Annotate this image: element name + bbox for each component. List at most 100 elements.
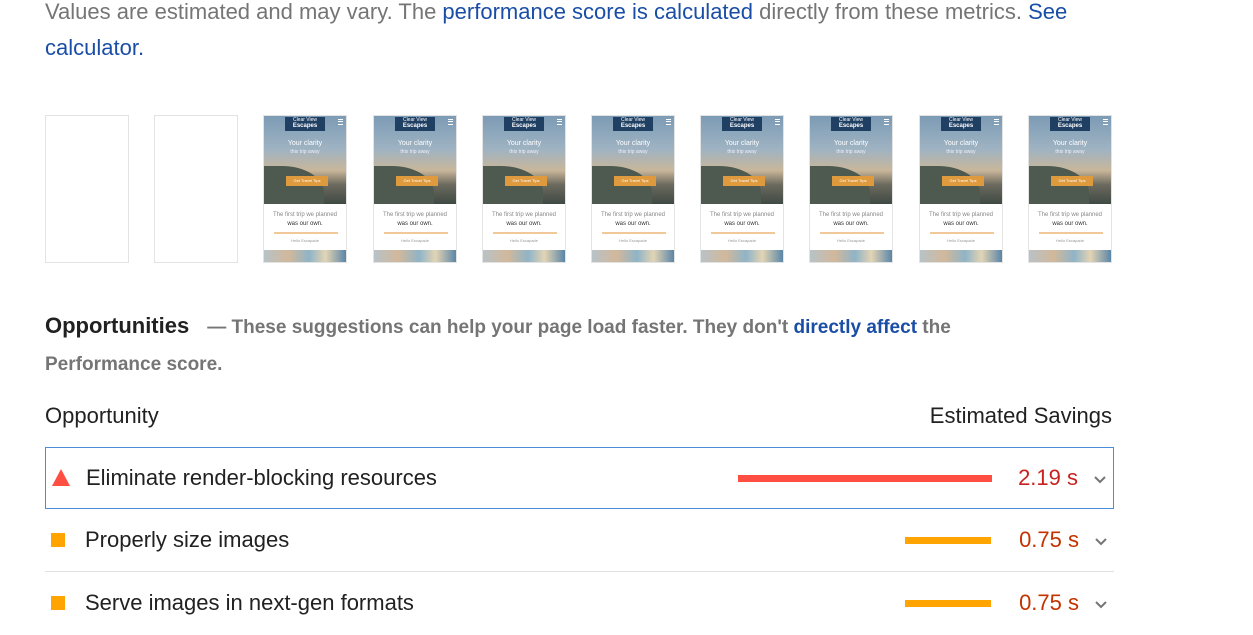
site-logo: Clear View Escapes <box>613 117 653 131</box>
filmstrip-frame: Clear View Escapes Your clarity this trip a… <box>809 115 893 263</box>
filmstrip-frame: Clear View Escapes Your clarity this trip a… <box>919 115 1003 263</box>
body-subtext: Hello Escapade <box>946 238 976 243</box>
hero-tagline: Your clarity <box>615 140 651 147</box>
body-heading: The first trip we planned <box>272 212 338 218</box>
photo-strip <box>920 250 1002 262</box>
savings-bar <box>738 475 992 482</box>
body-heading: The first trip we planned <box>709 212 775 218</box>
body-subtext: Hello Escapade <box>727 238 757 243</box>
hero-cta: Get Travel Tips <box>286 176 328 186</box>
hero-cta: Get Travel Tips <box>614 176 656 186</box>
site-logo: Clear View Escapes <box>831 117 871 131</box>
text-line <box>274 232 338 234</box>
opportunity-label: Properly size images <box>85 527 290 552</box>
body-subtext: Hello Escapade <box>509 238 539 243</box>
savings-value: 2.19 s <box>1018 465 1078 490</box>
text-line <box>602 232 666 234</box>
photo-strip <box>810 250 892 262</box>
performance-score-link[interactable]: performance score is calculated <box>442 0 753 24</box>
opportunities-description: — These suggestions can help your page l… <box>207 317 794 338</box>
filmstrip-frame: Clear View Escapes Your clarity this trip a… <box>591 115 675 263</box>
disclaimer-text: Values are estimated and may vary. The <box>45 0 443 24</box>
hero-subtagline: this trip away <box>400 149 430 155</box>
photo-strip <box>483 250 565 262</box>
opportunity-row-render-blocking[interactable]: Eliminate render-blocking resources 2.19… <box>45 447 1114 509</box>
hero-subtagline: this trip away <box>290 149 320 155</box>
chevron-down-icon[interactable] <box>1089 529 1113 553</box>
opportunity-row-next-gen-formats[interactable]: Serve images in next-gen formats 0.75 s <box>45 573 1114 635</box>
opportunity-row-properly-size-images[interactable]: Properly size images 0.75 s <box>45 510 1114 572</box>
site-logo: Clear View Escapes <box>722 117 762 131</box>
hero-subtagline: this trip away <box>618 149 648 155</box>
photo-strip <box>1029 250 1111 262</box>
body-subtext: Hello Escapade <box>1055 238 1085 243</box>
hero-subtagline: this trip away <box>509 149 539 155</box>
photo-strip <box>264 250 346 262</box>
hero-subtagline: this trip away <box>1055 149 1085 155</box>
chevron-down-icon[interactable] <box>1088 467 1112 491</box>
text-line <box>384 232 448 234</box>
opportunities-title: Opportunities <box>45 313 190 338</box>
hero-cta: Get Travel Tips <box>1051 176 1093 186</box>
text-line <box>493 232 557 234</box>
body-subtext: Hello Escapade <box>836 238 866 243</box>
site-logo: Clear View Escapes <box>1050 117 1090 131</box>
hero-cta: Get Travel Tips <box>832 176 874 186</box>
hero-tagline: Your clarity <box>1052 140 1088 147</box>
site-logo: Clear View Escapes <box>504 117 544 131</box>
menu-icon <box>775 119 780 125</box>
filmstrip-frame: Clear View Escapes Your clarity this trip a… <box>700 115 784 263</box>
hero-tagline: Your clarity <box>943 140 979 147</box>
body-heading: The first trip we planned <box>818 212 884 218</box>
hero-subtagline: this trip away <box>946 149 976 155</box>
savings-value: 0.75 s <box>1019 527 1079 552</box>
hero-subtagline: this trip away <box>727 149 757 155</box>
opportunity-table-header: Opportunity Estimated Savings <box>45 403 1113 435</box>
opportunity-label: Eliminate render-blocking resources <box>86 465 437 490</box>
filmstrip: Clear View Escapes Your clarity this trip a… <box>45 115 1115 265</box>
filmstrip-frame: Clear View Escapes Your clarity this trip a… <box>1028 115 1112 263</box>
filmstrip-frame-blank <box>154 115 238 263</box>
chevron-down-icon[interactable] <box>1089 592 1113 616</box>
hero-subtagline: this trip away <box>836 149 866 155</box>
hero-tagline: Your clarity <box>287 140 323 147</box>
opportunities-header: Opportunities — These suggestions can hel… <box>45 307 1045 383</box>
hero-cta: Get Travel Tips <box>942 176 984 186</box>
site-logo: Clear View Escapes <box>285 117 325 131</box>
text-line <box>930 232 994 234</box>
estimated-savings-column-header: Estimated Savings <box>929 403 1112 428</box>
text-line <box>820 232 884 234</box>
menu-icon <box>338 119 343 125</box>
directly-affect-link[interactable]: directly affect <box>793 317 917 338</box>
opportunity-column-header: Opportunity <box>45 403 159 428</box>
body-heading: The first trip we planned <box>1037 212 1103 218</box>
text-line <box>1039 232 1103 234</box>
body-heading: The first trip we planned <box>928 212 994 218</box>
site-logo: Clear View Escapes <box>941 117 981 131</box>
savings-bar <box>905 600 991 607</box>
metrics-disclaimer: Values are estimated and may vary. The p… <box>45 0 1105 66</box>
savings-bar <box>905 537 991 544</box>
body-heading-2: was our own. <box>615 221 651 227</box>
opportunity-label: Serve images in next-gen formats <box>85 590 414 615</box>
orange-square-icon <box>51 533 65 547</box>
hero-tagline: Your clarity <box>506 140 542 147</box>
site-logo: Clear View Escapes <box>395 117 435 131</box>
body-heading: The first trip we planned <box>382 212 448 218</box>
menu-icon <box>994 119 999 125</box>
filmstrip-frame: Clear View Escapes Your clarity this trip a… <box>373 115 457 263</box>
hero-tagline: Your clarity <box>397 140 433 147</box>
menu-icon <box>448 119 453 125</box>
filmstrip-frame-blank <box>45 115 129 263</box>
body-subtext: Hello Escapade <box>618 238 648 243</box>
body-heading: The first trip we planned <box>600 212 666 218</box>
body-subtext: Hello Escapade <box>400 238 430 243</box>
body-heading-2: was our own. <box>506 221 542 227</box>
body-subtext: Hello Escapade <box>290 238 320 243</box>
hero-tagline: Your clarity <box>833 140 869 147</box>
menu-icon <box>557 119 562 125</box>
menu-icon <box>1103 119 1108 125</box>
text-line <box>711 232 775 234</box>
orange-square-icon <box>51 596 65 610</box>
photo-strip <box>374 250 456 262</box>
